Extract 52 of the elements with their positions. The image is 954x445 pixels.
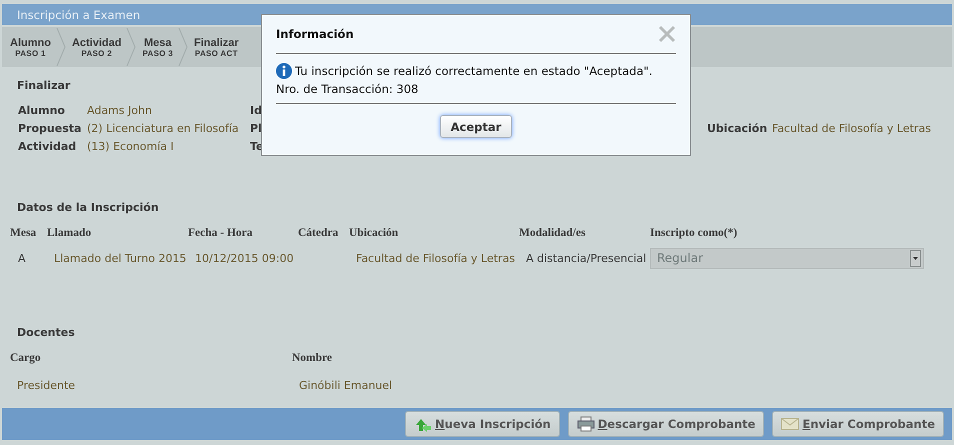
send-button[interactable]: Enviar Comprobante — [772, 411, 944, 437]
chevron-separator-icon — [56, 28, 66, 66]
table-cell: Ginóbili Emanuel — [299, 378, 392, 392]
column-header: Fecha - Hora — [188, 227, 253, 239]
column-header: Llamado — [47, 227, 92, 239]
field-value: Adams John — [87, 104, 152, 116]
table-cell: Presidente — [17, 378, 76, 392]
section-title: Finalizar — [17, 79, 70, 92]
column-header: Ubicación — [349, 227, 398, 239]
step-number: PASO 1 — [15, 48, 46, 58]
field-label: Pl — [250, 122, 263, 134]
dialog-message: Tu inscripción se realizó correctamente en estado "Aceptada". — [295, 64, 652, 78]
column-header: Cargo — [10, 352, 41, 364]
column-header: Nombre — [292, 352, 332, 364]
step-label: Mesa — [144, 36, 172, 48]
table-cell: A — [18, 252, 26, 264]
chevron-separator-icon — [178, 28, 188, 66]
step-number: PASO 3 — [142, 48, 174, 58]
chevron-separator-icon — [126, 28, 136, 66]
field-label: Alumno — [18, 104, 66, 116]
column-header: Cátedra — [298, 227, 338, 239]
table-cell: Facultad de Filosofía y Letras — [356, 252, 515, 264]
field-label: Ubicación — [707, 122, 768, 134]
column-header: Inscripto como(*) — [650, 227, 738, 239]
accept-button[interactable]: Aceptar — [440, 115, 512, 138]
column-header: Mesa — [10, 227, 36, 239]
step-number: PASO 2 — [81, 48, 112, 58]
step-number: PASO ACT — [194, 48, 238, 58]
close-icon[interactable] — [658, 25, 676, 43]
new-inscription-button[interactable]: Nueva Inscripción — [405, 411, 560, 437]
field-value: (2) Licenciatura en Filosofía — [87, 122, 239, 134]
step-label: Alumno — [10, 36, 51, 48]
field-label: Propuesta — [18, 122, 82, 134]
column-header: Modalidad/es — [519, 227, 586, 239]
page-title: Inscripción a Examen — [17, 8, 140, 22]
field-label: Id — [250, 104, 263, 116]
table-cell: 10/12/2015 09:00 — [195, 252, 294, 264]
printer-icon — [576, 416, 595, 432]
download-button[interactable]: Descargar Comprobante — [568, 411, 764, 437]
info-icon — [276, 63, 292, 79]
step-label: Finalizar — [194, 36, 239, 48]
step-label: Actividad — [72, 36, 122, 48]
table-cell: Llamado del Turno 2015 — [54, 252, 186, 264]
section-title: Docentes — [17, 326, 75, 339]
table-cell: A distancia/Presencial — [526, 252, 646, 264]
section-title: Datos de la Inscripción — [17, 201, 159, 214]
envelope-icon — [781, 417, 800, 431]
dialog-title: Información — [276, 27, 354, 41]
field-value: (13) Economía I — [87, 140, 174, 152]
field-value: Facultad de Filosofía y Letras — [772, 122, 931, 134]
field-label: Actividad — [18, 140, 78, 152]
transaction-number: Nro. de Transacción: 308 — [276, 82, 420, 96]
